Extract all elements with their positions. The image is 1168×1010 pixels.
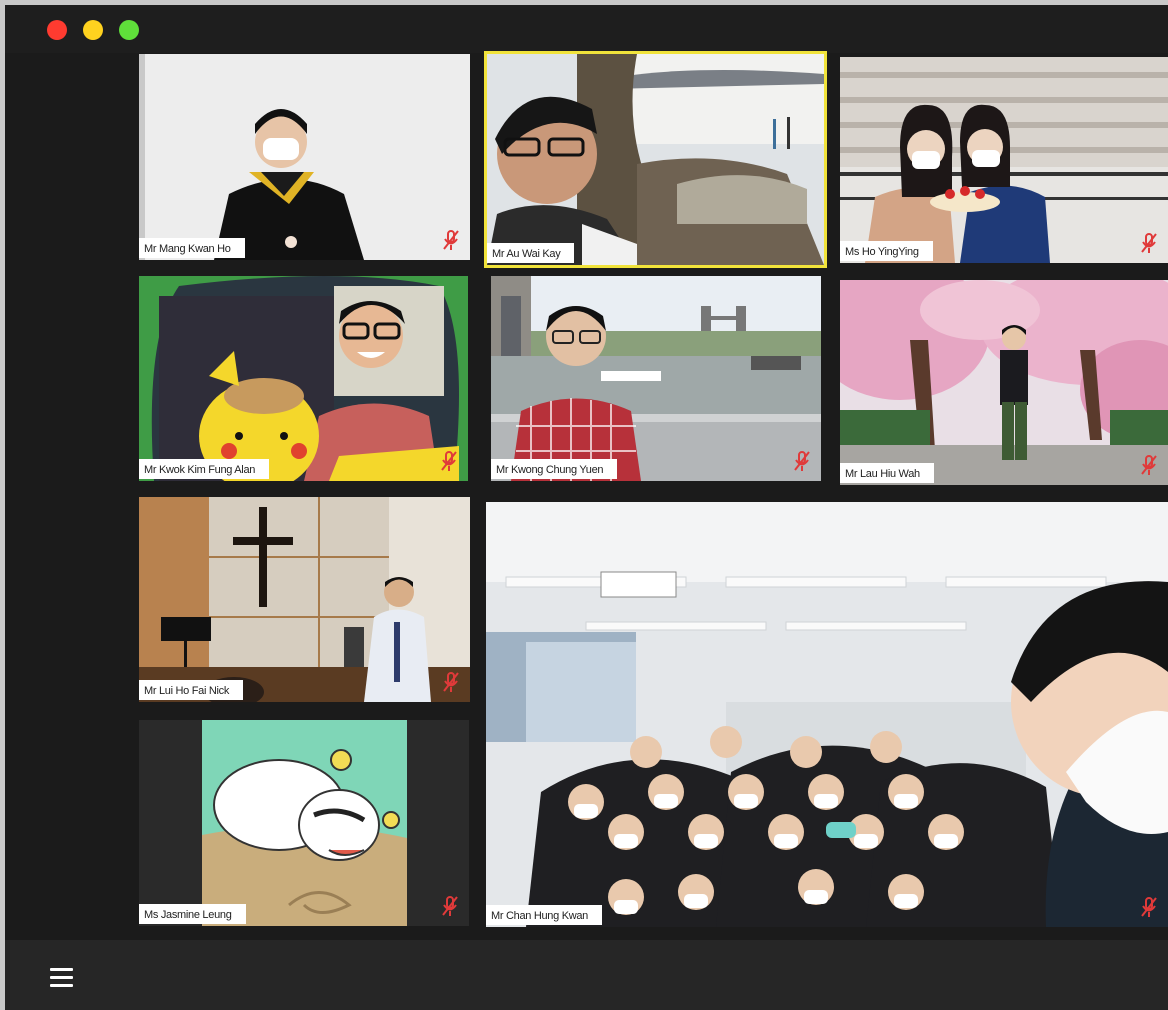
participant-name-label: Mr Kwok Kim Fung Alan (139, 459, 270, 479)
participant-tile[interactable]: Mr Kwok Kim Fung Alan (139, 276, 468, 481)
hamburger-menu-icon[interactable] (50, 968, 74, 988)
participant-name-label: Mr Au Wai Kay (487, 243, 575, 263)
participant-tile[interactable]: Mr Lau Hiu Wah (840, 280, 1168, 485)
participant-tile[interactable]: Mr Mang Kwan Ho (139, 54, 470, 260)
minimize-window-button[interactable] (83, 20, 103, 40)
participant-name-label: Mr Kwong Chung Yuen (491, 459, 618, 479)
mic-muted-icon (443, 672, 459, 692)
close-window-button[interactable] (47, 20, 67, 40)
participant-video-feed (139, 276, 468, 481)
mic-muted-icon (1141, 897, 1157, 917)
participant-tile[interactable]: Ms Jasmine Leung (139, 720, 469, 926)
participant-tile[interactable]: Mr Kwong Chung Yuen (491, 276, 821, 481)
participant-name-label: Mr Lau Hiu Wah (840, 463, 934, 483)
video-call-window: Mr Mang Kwan Ho Mr Au Wai Kay Ms Ho Ying… (5, 5, 1168, 1010)
active-speaker-tile[interactable]: Mr Au Wai Kay (484, 51, 827, 268)
participant-name-label: Ms Ho YingYing (840, 241, 933, 261)
participant-video-feed (487, 54, 824, 265)
participant-tile-large[interactable]: Mr Chan Hung Kwan (486, 502, 1168, 927)
participant-video-feed (486, 502, 1168, 927)
participant-video-feed (840, 57, 1168, 263)
participant-name-label: Mr Mang Kwan Ho (139, 238, 245, 258)
participant-tile[interactable]: Ms Ho YingYing (840, 57, 1168, 263)
participant-name-label: Mr Lui Ho Fai Nick (139, 680, 244, 700)
mic-muted-icon (442, 896, 458, 916)
participant-video-feed (840, 280, 1168, 485)
mic-muted-icon (441, 451, 457, 471)
participant-tile[interactable]: Mr Lui Ho Fai Nick (139, 497, 470, 702)
participant-name-label: Mr Chan Hung Kwan (486, 905, 603, 925)
bottom-toolbar (5, 940, 1168, 1010)
mic-muted-icon (1141, 233, 1157, 253)
participant-video-feed (139, 720, 469, 926)
participant-video-feed (139, 54, 470, 260)
participant-video-feed (491, 276, 821, 481)
participant-video-feed (139, 497, 470, 702)
title-bar (5, 5, 1168, 53)
mic-muted-icon (1141, 455, 1157, 475)
participant-name-label: Ms Jasmine Leung (139, 904, 246, 924)
mic-muted-icon (794, 451, 810, 471)
mic-muted-icon (443, 230, 459, 250)
zoom-window-button[interactable] (119, 20, 139, 40)
